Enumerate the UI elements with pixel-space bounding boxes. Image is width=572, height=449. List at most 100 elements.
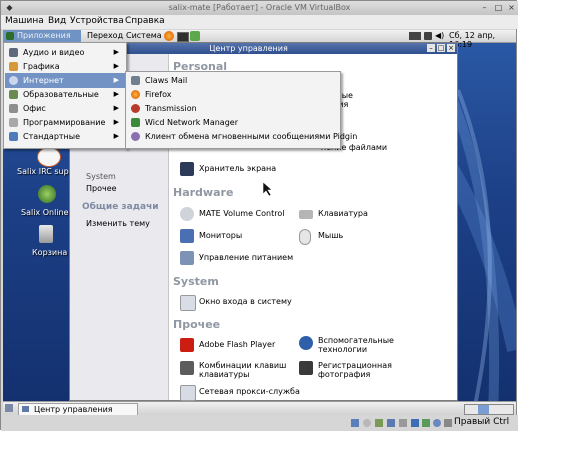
- network-status-icon[interactable]: [387, 419, 395, 427]
- internet-icon: [9, 76, 18, 85]
- minimize-icon[interactable]: –: [480, 3, 489, 12]
- menu-item-firefox[interactable]: Firefox: [127, 87, 339, 102]
- network-icon[interactable]: [409, 32, 421, 40]
- shared-folders-icon[interactable]: [399, 419, 407, 427]
- chevron-right-icon: ▶: [113, 62, 119, 70]
- common-tasks-heading: Общие задачи: [82, 202, 159, 212]
- menu-item-transmission[interactable]: Transmission: [127, 101, 339, 116]
- accessories-icon: [9, 132, 18, 141]
- menu-machine[interactable]: Машина: [5, 16, 44, 26]
- salix-logo-icon: [6, 32, 14, 40]
- minimize-icon[interactable]: –: [427, 44, 435, 52]
- display-status-icon[interactable]: [411, 419, 419, 427]
- photo-icon: [299, 361, 313, 375]
- control-center-icon: [22, 406, 29, 412]
- chevron-right-icon: ▶: [113, 76, 119, 84]
- keyboard-icon[interactable]: [424, 32, 432, 40]
- change-theme-link[interactable]: Изменить тему: [86, 219, 150, 228]
- firefox-icon: [131, 90, 140, 99]
- menu-item-internet[interactable]: Интернет ▶: [5, 73, 125, 88]
- applications-menu-button[interactable]: Приложения: [3, 30, 81, 42]
- menu-item-graphics[interactable]: Графика ▶: [5, 59, 125, 74]
- usb-status-icon[interactable]: [375, 419, 383, 427]
- menu-devices[interactable]: Устройства: [70, 16, 124, 26]
- bottom-panel: Центр управления: [3, 401, 516, 415]
- claws-mail-icon: [131, 76, 140, 85]
- virtualbox-statusbar: Правый Ctrl: [1, 415, 518, 431]
- chevron-right-icon: ▶: [113, 118, 119, 126]
- guest-screen[interactable]: Приложения Переход Система ◀) Сб, 12 апр…: [3, 30, 516, 415]
- chevron-right-icon: ▶: [113, 132, 119, 140]
- menu-view[interactable]: Вид: [48, 16, 66, 26]
- maximize-icon[interactable]: □: [494, 3, 503, 12]
- salix-online-icon[interactable]: [38, 185, 56, 203]
- graphics-icon: [9, 62, 18, 71]
- chevron-right-icon: ▶: [113, 90, 119, 98]
- desktop-label-irc[interactable]: Salix IRC supp: [17, 167, 74, 176]
- menu-item-pidgin[interactable]: Клиент обмена мгновенными сообщениями Pi…: [127, 129, 357, 144]
- shortcuts-icon: [180, 361, 194, 375]
- education-icon: [9, 90, 18, 99]
- close-icon[interactable]: ×: [507, 3, 516, 12]
- control-center-titlebar[interactable]: Центр управления – □ ×: [70, 43, 457, 54]
- clock[interactable]: Сб, 12 апр, 16:19: [449, 31, 516, 49]
- section-hardware: Hardware: [173, 186, 234, 199]
- menu-item-accessories[interactable]: Стандартные ▶: [5, 129, 125, 144]
- close-icon[interactable]: ×: [447, 44, 455, 52]
- menu-item-audio-video[interactable]: Аудио и видео ▶: [5, 45, 125, 60]
- screensaver-icon: [180, 162, 194, 176]
- workspace-2[interactable]: [478, 405, 489, 414]
- irc-support-icon[interactable]: [37, 147, 61, 167]
- menu-help[interactable]: Справка: [125, 16, 165, 26]
- speaker-icon: [180, 207, 194, 221]
- workspace-switcher[interactable]: [464, 404, 514, 415]
- terminal-launcher-icon[interactable]: [177, 32, 189, 42]
- system-menu[interactable]: Система: [126, 31, 162, 40]
- menu-item-programming[interactable]: Программирование ▶: [5, 115, 125, 130]
- virtualbox-titlebar[interactable]: ◆ salix-mate [Работает] - Oracle VM Virt…: [1, 1, 518, 16]
- trash-icon[interactable]: [39, 225, 53, 243]
- mouse-icon: [299, 229, 311, 245]
- flash-icon: [180, 338, 194, 352]
- sidebar-item-other[interactable]: Прочее: [86, 184, 117, 193]
- volume-icon[interactable]: ◀): [435, 31, 444, 40]
- menu-item-education[interactable]: Образовательные ▶: [5, 87, 125, 102]
- maximize-icon[interactable]: □: [437, 44, 445, 52]
- section-other: Прочее: [173, 318, 221, 331]
- firefox-launcher-icon[interactable]: [164, 31, 174, 41]
- proxy-icon: [180, 385, 196, 401]
- login-window-icon: [180, 295, 196, 311]
- accessibility-icon: [299, 336, 313, 350]
- keyboard-icon: [299, 210, 313, 219]
- programming-icon: [9, 118, 18, 127]
- internet-submenu: Claws Mail Firefox Transmission Wicd Net…: [125, 71, 357, 149]
- desktop-label-trash[interactable]: Корзина: [32, 248, 67, 257]
- applications-menu: Аудио и видео ▶ Графика ▶ Интернет ▶ Образо…: [3, 42, 127, 149]
- capture-status-icon[interactable]: [422, 419, 430, 427]
- control-center-launcher-icon[interactable]: [190, 31, 200, 41]
- multimedia-icon: [9, 48, 18, 57]
- places-menu[interactable]: Переход: [87, 31, 123, 40]
- optical-status-icon[interactable]: [363, 419, 371, 427]
- office-icon: [9, 104, 18, 113]
- mouse-integration-icon[interactable]: [433, 419, 441, 427]
- hdd-status-icon[interactable]: [351, 419, 359, 427]
- taskbar-label: Центр управления: [34, 405, 113, 414]
- monitor-icon: [180, 229, 194, 243]
- menu-item-wicd[interactable]: Wicd Network Manager: [127, 115, 339, 130]
- section-system: System: [173, 275, 219, 288]
- keyboard-capture-icon[interactable]: [444, 419, 452, 427]
- virtualbox-window: ◆ salix-mate [Работает] - Oracle VM Virt…: [0, 0, 518, 431]
- menu-item-claws-mail[interactable]: Claws Mail: [127, 73, 339, 88]
- power-icon: [180, 251, 194, 265]
- sidebar-item-system[interactable]: System: [86, 172, 116, 181]
- taskbar-button-control-center[interactable]: Центр управления: [18, 403, 138, 415]
- mouse-cursor-icon: [263, 182, 273, 196]
- window-title: salix-mate [Работает] - Oracle VM Virtua…: [168, 3, 351, 12]
- menu-item-office[interactable]: Офис ▶: [5, 101, 125, 116]
- desktop-label-salix-online[interactable]: Salix Online: [21, 208, 69, 217]
- show-desktop-icon[interactable]: [5, 404, 13, 412]
- chevron-right-icon: ▶: [113, 104, 119, 112]
- host-key-label: Правый Ctrl: [454, 417, 510, 427]
- transmission-icon: [131, 104, 140, 113]
